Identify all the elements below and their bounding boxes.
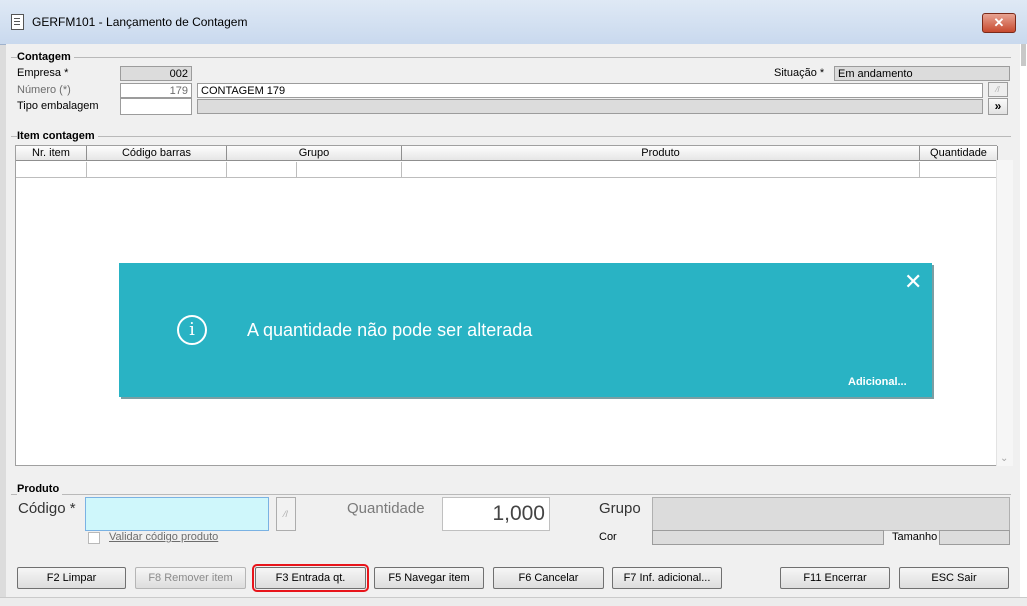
tamanho-label: Tamanho	[892, 531, 938, 543]
grid-cell[interactable]	[87, 162, 227, 178]
situacao-label: Situação *	[774, 67, 825, 79]
document-icon	[11, 14, 24, 30]
notification-more-link[interactable]: Adicional...	[848, 376, 907, 388]
produto-group	[11, 494, 1011, 495]
inf-adicional-button[interactable]: F7 Inf. adicional...	[612, 567, 722, 589]
numero-description-field[interactable]: CONTAGEM 179	[197, 83, 983, 98]
column-header-grupo[interactable]: Grupo	[227, 146, 402, 161]
codigo-label: Código *	[18, 500, 76, 517]
tipo-embalagem-label: Tipo embalagem	[17, 100, 99, 112]
numero-lookup-button[interactable]: ⁄/	[988, 82, 1008, 97]
column-header-quantidade[interactable]: Quantidade	[920, 146, 998, 161]
numero-label: Número (*)	[17, 84, 71, 96]
notification-toast: i A quantidade não pode ser alterada ✕ A…	[119, 263, 932, 397]
grid-vertical-scrollbar[interactable]: ⌄	[996, 160, 1013, 466]
contagem-group-title: Contagem	[17, 51, 74, 63]
window-scrollbar[interactable]	[1020, 44, 1027, 605]
grupo-field	[652, 497, 1010, 531]
grupo-label: Grupo	[599, 500, 641, 517]
window-title: GERFM101 - Lançamento de Contagem	[32, 15, 248, 29]
info-icon: i	[177, 315, 207, 345]
item-contagem-group	[11, 136, 1011, 137]
column-header-nr-item[interactable]: Nr. item	[16, 146, 87, 161]
grid-cell[interactable]	[402, 162, 920, 178]
grid-cell[interactable]	[920, 162, 998, 178]
item-contagem-group-title: Item contagem	[17, 130, 98, 142]
tamanho-field	[939, 530, 1010, 545]
codigo-lookup-button[interactable]: ⁄/	[276, 497, 296, 531]
validar-codigo-label: Validar código produto	[109, 531, 219, 543]
column-header-codigo-barras[interactable]: Código barras	[87, 146, 227, 161]
expand-button[interactable]: »	[988, 98, 1008, 115]
quantidade-label: Quantidade	[347, 500, 425, 517]
title-bar: GERFM101 - Lançamento de Contagem ✕	[0, 0, 1027, 45]
situacao-field: Em andamento	[834, 66, 1010, 81]
validar-codigo-checkbox[interactable]	[88, 532, 100, 544]
empresa-field[interactable]: 002	[120, 66, 192, 81]
empresa-label: Empresa *	[17, 67, 69, 79]
grid-cell[interactable]	[227, 162, 297, 178]
contagem-group	[11, 57, 1011, 58]
cancelar-button[interactable]: F6 Cancelar	[493, 567, 604, 589]
produto-group-title: Produto	[17, 483, 63, 495]
remover-item-button[interactable]: F8 Remover item	[135, 567, 246, 589]
numero-field[interactable]: 179	[120, 83, 192, 98]
encerrar-button[interactable]: F11 Encerrar	[780, 567, 890, 589]
cor-field	[652, 530, 884, 545]
grid-cell[interactable]	[297, 162, 402, 178]
column-header-produto[interactable]: Produto	[402, 146, 920, 161]
limpar-button[interactable]: F2 Limpar	[17, 567, 126, 589]
codigo-input[interactable]	[85, 497, 269, 531]
tipo-embalagem-field[interactable]	[120, 98, 192, 115]
quantidade-input[interactable]: 1,000	[442, 497, 550, 531]
window-close-button[interactable]: ✕	[982, 13, 1016, 33]
chevron-down-icon[interactable]: ⌄	[1000, 453, 1008, 464]
entrada-qt-button[interactable]: F3 Entrada qt.	[252, 564, 369, 592]
cor-label: Cor	[599, 531, 617, 543]
tipo-embalagem-description	[197, 99, 983, 114]
notification-message: A quantidade não pode ser alterada	[247, 320, 533, 340]
grid-cell[interactable]	[16, 162, 87, 178]
close-icon[interactable]: ✕	[904, 269, 922, 295]
sair-button[interactable]: ESC Sair	[899, 567, 1009, 589]
navegar-item-button[interactable]: F5 Navegar item	[374, 567, 484, 589]
